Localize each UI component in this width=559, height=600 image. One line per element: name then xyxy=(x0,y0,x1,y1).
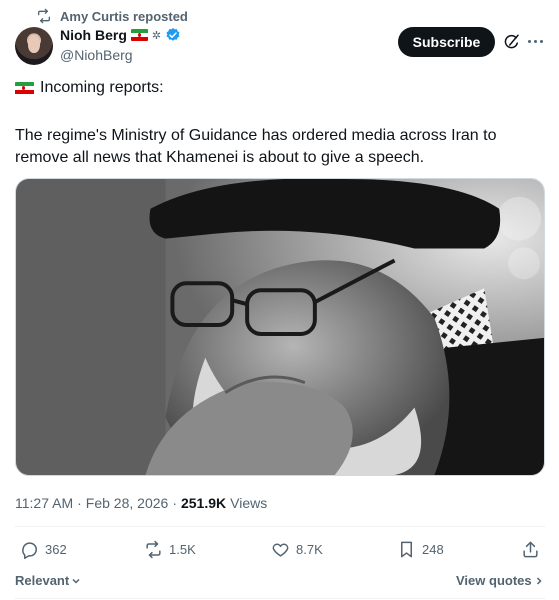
bookmark-icon xyxy=(400,541,413,558)
grok-icon[interactable] xyxy=(503,33,521,51)
meta-separator: · xyxy=(77,495,82,511)
divider xyxy=(15,598,545,599)
view-quotes-label: View quotes xyxy=(456,573,532,588)
post-meta: 11:27 AM · Feb 28, 2026 · 251.9K Views xyxy=(15,495,267,511)
reply-icon xyxy=(22,542,37,559)
post-date[interactable]: Feb 28, 2026 xyxy=(86,495,169,511)
author-handle[interactable]: @NiohBerg xyxy=(60,47,133,63)
relevant-label: Relevant xyxy=(15,573,70,588)
view-quotes-link[interactable]: View quotes xyxy=(456,573,544,588)
repost-label: Amy Curtis reposted xyxy=(60,8,188,24)
repost-indicator[interactable]: Amy Curtis reposted xyxy=(36,8,188,24)
reply-button[interactable]: 362 xyxy=(20,540,67,559)
share-icon xyxy=(523,541,538,558)
heart-icon xyxy=(272,543,289,557)
verified-badge-icon[interactable] xyxy=(165,27,181,43)
repost-icon xyxy=(146,540,161,559)
post-lead-text: Incoming reports: xyxy=(40,79,164,96)
views-count: 251.9K xyxy=(180,495,227,511)
like-button[interactable]: 8.7K xyxy=(271,540,323,559)
avatar[interactable] xyxy=(15,27,53,65)
bookmark-button[interactable]: 248 xyxy=(397,540,444,559)
bookmark-count: 248 xyxy=(422,542,444,557)
iran-flag xyxy=(130,29,148,41)
meta-separator: · xyxy=(172,495,177,511)
divider xyxy=(15,526,545,527)
like-count: 8.7K xyxy=(296,542,323,557)
repost-count: 1.5K xyxy=(169,542,196,557)
chevron-right-icon xyxy=(536,576,542,585)
author-name[interactable]: Nioh Berg xyxy=(60,27,127,43)
post-text: The regime's Ministry of Guidance has or… xyxy=(15,127,497,166)
post-time[interactable]: 11:27 AM xyxy=(15,495,73,511)
share-button[interactable] xyxy=(521,540,540,559)
reply-count: 362 xyxy=(45,542,67,557)
author-name-row[interactable]: Nioh Berg ✲ xyxy=(60,27,181,43)
more-icon[interactable] xyxy=(528,40,546,44)
relevant-sort[interactable]: Relevant xyxy=(15,573,81,588)
post-lead: Incoming reports: xyxy=(15,79,164,97)
post-image[interactable] xyxy=(15,178,545,476)
subscribe-button[interactable]: Subscribe xyxy=(398,27,495,57)
chevron-down-icon xyxy=(72,578,80,584)
repost-button[interactable]: 1.5K xyxy=(144,540,196,559)
views-label: Views xyxy=(230,495,268,511)
gear-icon: ✲ xyxy=(151,29,162,42)
iran-flag xyxy=(15,81,34,95)
repost-icon xyxy=(38,8,50,24)
